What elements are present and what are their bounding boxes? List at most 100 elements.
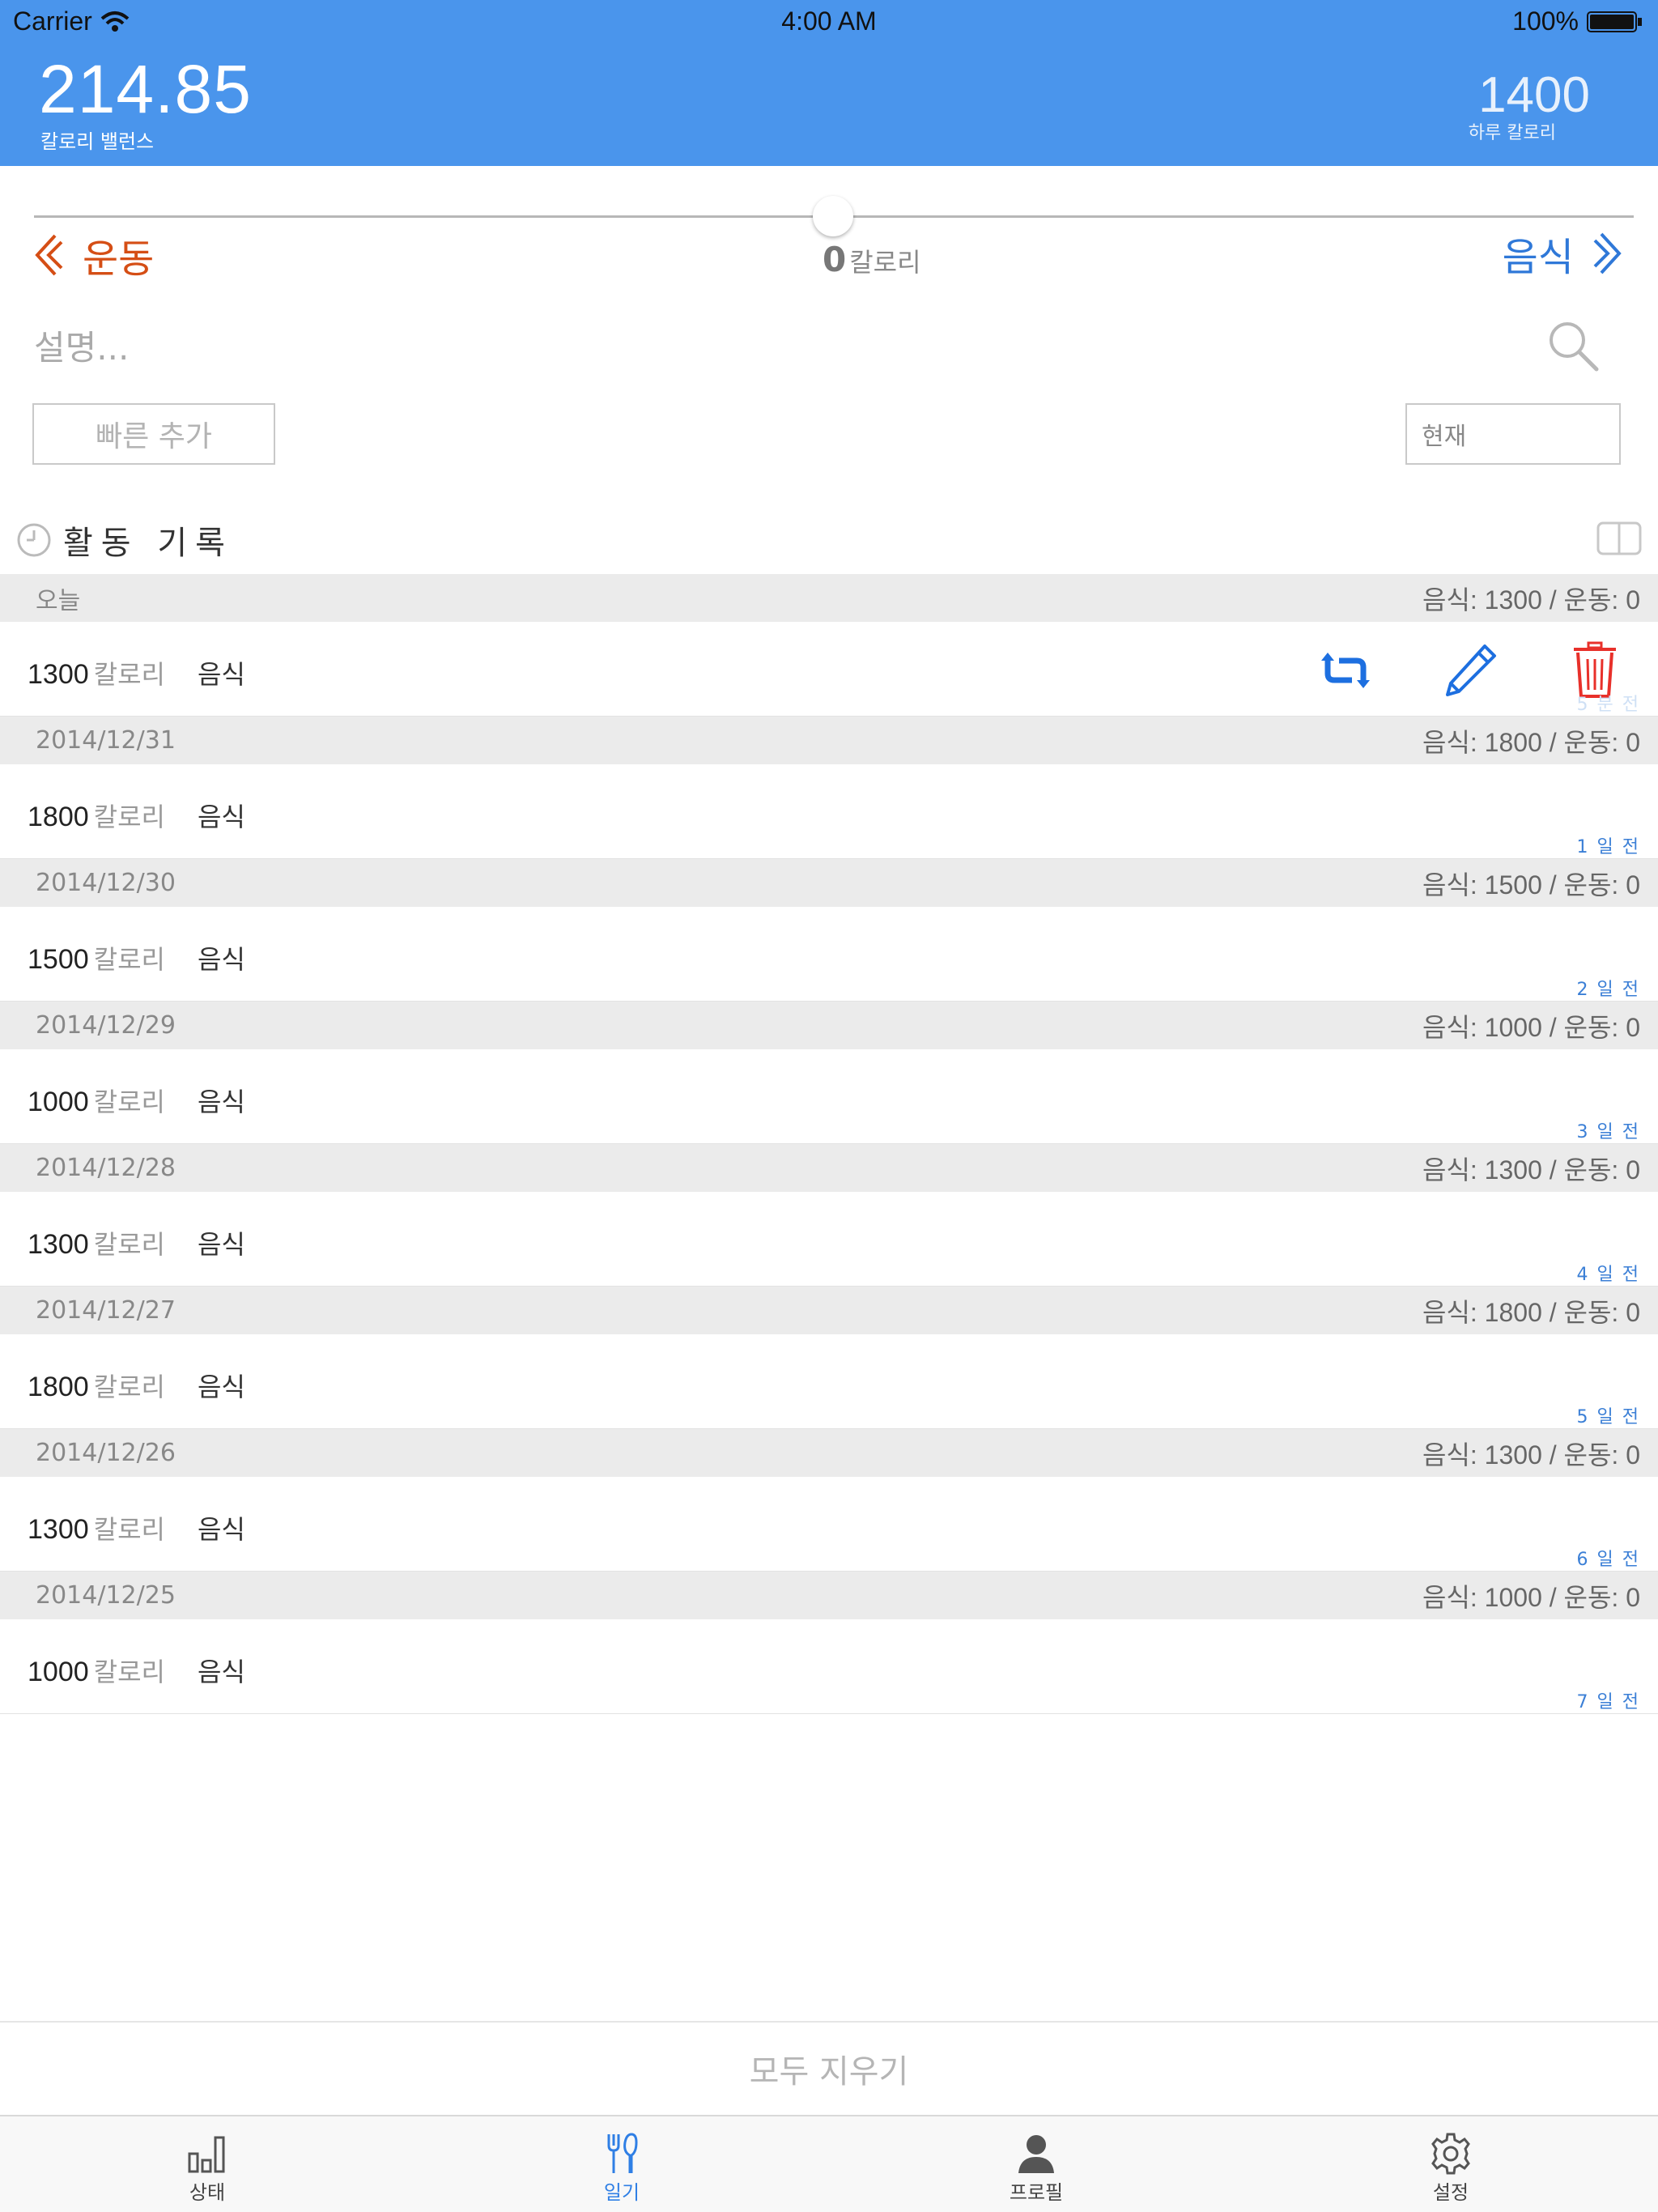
log-entry[interactable]: 1300 칼로리 음식 4 일 전 <box>0 1192 1658 1287</box>
day-date: 2014/12/25 <box>36 1581 176 1610</box>
entry-calorie-value: 1500 <box>28 944 89 975</box>
day-header: 2014/12/28 음식: 1300 / 운동: 0 <box>0 1144 1658 1192</box>
battery-percent: 100% <box>1512 6 1579 36</box>
battery-icon <box>1587 11 1642 32</box>
day-summary: 음식: 1000 / 운동: 0 <box>1422 1582 1640 1612</box>
log-entry[interactable]: 1000 칼로리 음식 3 일 전 <box>0 1049 1658 1144</box>
log-entry[interactable]: 1300 칼로리 음식 6 일 전 <box>0 1477 1658 1572</box>
day-date: 2014/12/28 <box>36 1154 176 1182</box>
entry-type: 음식 <box>198 1514 245 1545</box>
entry-calories: 1800 칼로리 <box>28 1367 165 1404</box>
entry-calorie-unit: 칼로리 <box>93 1657 165 1687</box>
split-view-icon[interactable] <box>1596 521 1642 555</box>
log-entry[interactable]: 1800 칼로리 음식 5 일 전 <box>0 1334 1658 1429</box>
entry-calories: 1500 칼로리 <box>28 939 165 976</box>
log-entry[interactable]: 1300 칼로리 음식 5 분 전 <box>0 622 1658 717</box>
fork-knife-icon <box>607 2133 638 2173</box>
edit-button[interactable] <box>1439 640 1501 701</box>
entry-calories: 1000 칼로리 <box>28 1652 165 1689</box>
day-header: 오늘 음식: 1300 / 운동: 0 <box>0 574 1658 622</box>
repeat-button[interactable] <box>1315 640 1376 701</box>
entry-calorie-unit: 칼로리 <box>93 1087 165 1117</box>
entry-time-ago: 6 일 전 <box>1576 1550 1640 1570</box>
entry-calorie-unit: 칼로리 <box>93 1514 165 1545</box>
entry-calorie-value: 1800 <box>28 1372 89 1402</box>
day-summary: 음식: 1800 / 운동: 0 <box>1422 727 1640 757</box>
clear-all-button[interactable]: 모두 지우기 <box>0 2024 1658 2113</box>
exercise-direction-button[interactable]: 운동 <box>32 227 154 283</box>
daily-calorie-value[interactable]: 1400 <box>1478 66 1590 124</box>
entry-calorie-unit: 칼로리 <box>93 659 165 690</box>
entry-calorie-unit: 칼로리 <box>93 802 165 832</box>
day-header: 2014/12/27 음식: 1800 / 운동: 0 <box>0 1287 1658 1334</box>
status-battery: 100% <box>1512 6 1643 36</box>
food-label: 음식 <box>1502 235 1574 280</box>
bar-chart-icon <box>188 2136 225 2173</box>
entry-time-ago: 5 일 전 <box>1576 1407 1640 1427</box>
tab-settings[interactable]: 설정 <box>1386 2131 1516 2205</box>
day-summary: 음식: 1500 / 운동: 0 <box>1422 870 1640 900</box>
entry-calories: 1000 칼로리 <box>28 1082 165 1119</box>
time-field[interactable]: 현재 <box>1405 403 1621 465</box>
description-input[interactable] <box>32 314 1493 381</box>
entry-calorie-unit: 칼로리 <box>93 1229 165 1260</box>
tab-status[interactable]: 상태 <box>142 2131 272 2205</box>
entry-calorie-value: 1300 <box>28 1514 89 1545</box>
divider <box>0 2021 1658 2023</box>
search-icon[interactable] <box>1546 319 1600 372</box>
entry-calorie-unit: 칼로리 <box>93 944 165 975</box>
tab-label: 설정 <box>1432 2181 1469 2204</box>
activity-log-title: 활동 기록 <box>16 517 233 564</box>
day-header: 2014/12/31 음식: 1800 / 운동: 0 <box>0 717 1658 764</box>
calorie-slider-thumb[interactable] <box>813 196 853 236</box>
exercise-label: 운동 <box>83 236 155 282</box>
entry-calories: 1300 칼로리 <box>28 1224 165 1261</box>
chevron-left-icon <box>35 234 63 276</box>
tab-label: 일기 <box>603 2181 640 2204</box>
slider-calorie-value: 0 <box>823 240 847 279</box>
calorie-balance-value: 214.85 <box>39 51 252 127</box>
day-date: 2014/12/26 <box>36 1439 176 1467</box>
day-header: 2014/12/26 음식: 1300 / 운동: 0 <box>0 1429 1658 1477</box>
entry-time-ago: 3 일 전 <box>1576 1122 1640 1142</box>
day-date: 2014/12/31 <box>36 726 176 755</box>
day-summary: 음식: 1300 / 운동: 0 <box>1422 1440 1640 1470</box>
header-bar: Carrier 4:00 AM 100% 214.85 칼로리 밸런스 1400… <box>0 0 1658 166</box>
entry-type: 음식 <box>198 1229 245 1260</box>
pencil-icon <box>1446 644 1496 696</box>
day-date: 2014/12/27 <box>36 1296 176 1325</box>
day-summary: 음식: 1300 / 운동: 0 <box>1422 585 1640 615</box>
entry-calories: 1300 칼로리 <box>28 1509 165 1546</box>
entry-calorie-value: 1000 <box>28 1087 89 1117</box>
food-direction-button[interactable]: 음식 <box>1503 225 1624 282</box>
entry-time-ago: 1 일 전 <box>1576 837 1640 857</box>
day-header: 2014/12/29 음식: 1000 / 운동: 0 <box>0 1002 1658 1049</box>
log-entry[interactable]: 1500 칼로리 음식 2 일 전 <box>0 907 1658 1002</box>
status-time: 4:00 AM <box>781 6 877 36</box>
day-date: 오늘 <box>36 586 81 615</box>
entry-calorie-value: 1800 <box>28 802 89 832</box>
calorie-balance-label: 칼로리 밸런스 <box>40 130 155 153</box>
quick-add-button[interactable]: 빠른 추가 <box>32 403 275 465</box>
log-entry[interactable]: 1800 칼로리 음식 1 일 전 <box>0 764 1658 859</box>
gear-icon <box>1431 2133 1470 2175</box>
chevron-right-icon <box>1593 232 1622 274</box>
entry-actions <box>1252 640 1626 701</box>
tab-profile[interactable]: 프로필 <box>971 2131 1101 2205</box>
entry-calories: 1800 칼로리 <box>28 797 165 834</box>
day-header: 2014/12/25 음식: 1000 / 운동: 0 <box>0 1572 1658 1619</box>
log-entry[interactable]: 1000 칼로리 음식 7 일 전 <box>0 1619 1658 1714</box>
tab-label: 프로필 <box>1009 2181 1064 2204</box>
tab-diary[interactable]: 일기 <box>557 2131 687 2205</box>
tab-bar: 상태 일기 프로필 설정 <box>0 2115 1658 2212</box>
tab-label: 상태 <box>189 2181 226 2204</box>
entry-time-ago: 7 일 전 <box>1576 1692 1640 1712</box>
entry-type: 음식 <box>198 802 245 832</box>
clock-icon <box>17 523 51 557</box>
entry-time-ago: 2 일 전 <box>1576 980 1640 1000</box>
entry-type: 음식 <box>198 1087 245 1117</box>
entry-time-ago: 5 분 전 <box>1576 695 1640 715</box>
entry-type: 음식 <box>198 944 245 975</box>
activity-log-label: 활동 기록 <box>63 525 233 562</box>
activity-log-list: 오늘 음식: 1300 / 운동: 0 1300 칼로리 음식 5 분 전 20… <box>0 574 1658 1714</box>
